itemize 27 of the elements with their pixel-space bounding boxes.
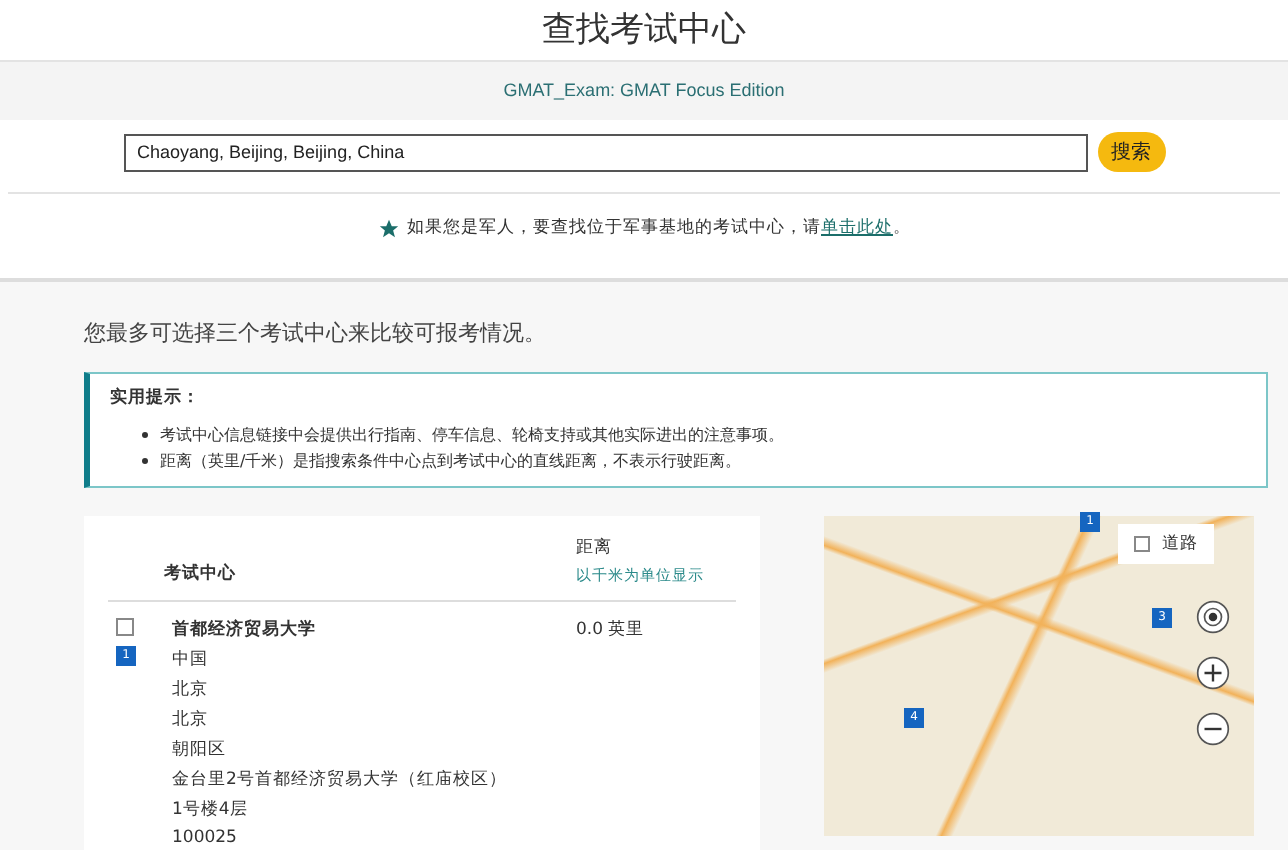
distance-value: 0.0 英里 xyxy=(576,618,647,644)
address-line: 100025 xyxy=(172,828,239,848)
address-line: 1号楼4层 xyxy=(172,798,250,822)
search-button[interactable]: 搜索 xyxy=(1097,132,1165,172)
column-header: 距离 xyxy=(576,536,614,560)
address-line: 北京 xyxy=(172,678,210,702)
address-line: 金台里2号首都经济贸易大学（红庙校区） xyxy=(172,768,509,792)
road-layer-toggle[interactable]: 道路 xyxy=(1118,524,1214,564)
exam-name: GMAT_Exam: GMAT Focus Edition xyxy=(503,80,785,100)
zoom-in-icon[interactable] xyxy=(1196,656,1230,690)
locate-icon[interactable] xyxy=(1196,600,1230,634)
tips-title: 实用提示： xyxy=(110,386,202,410)
page-title: 查找考试中心 xyxy=(540,8,748,54)
tip-text: 考试中心信息链接中会提供出行指南、停车信息、轮椅支持或其他实际进出的注意事项。 xyxy=(160,424,784,448)
military-note: 如果您是军人，要查找位于军事基地的考试中心，请单击此处。 xyxy=(407,216,911,240)
search-field[interactable]: Chaoyang, Beijing, Beijing, China xyxy=(123,133,1087,171)
address-line: 中国 xyxy=(172,648,210,672)
intro-text: 您最多可选择三个考试中心来比较可报考情况。 xyxy=(84,318,548,350)
select-checkbox[interactable] xyxy=(116,618,134,636)
address-line: 朝阳区 xyxy=(172,738,228,762)
address-line: 北京 xyxy=(172,708,210,732)
click-here-link[interactable]: 单击此处 xyxy=(821,218,893,238)
tip-text: 距离（英里/千米）是指搜索条件中心点到考试中心的直线距离，不表示行驶距离。 xyxy=(160,450,742,474)
column-header: 考试中心 xyxy=(164,562,238,586)
center-name[interactable]: 首都经济贸易大学 xyxy=(172,618,576,642)
zoom-out-icon[interactable] xyxy=(1196,712,1230,746)
star-icon xyxy=(377,217,399,239)
